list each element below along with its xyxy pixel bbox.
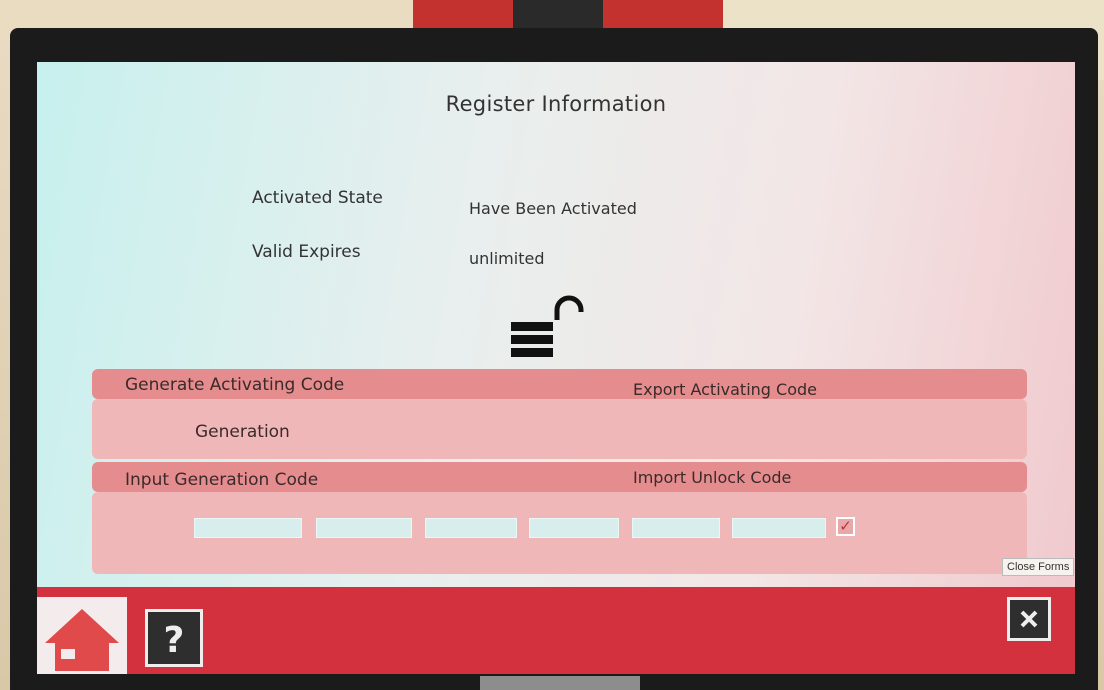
close-forms-icon	[1020, 610, 1038, 628]
code-field-4[interactable]	[529, 518, 619, 538]
generate-activating-code-label: Generate Activating Code	[125, 375, 345, 395]
close-forms-button[interactable]	[1007, 597, 1051, 641]
unlocked-lock-icon	[511, 295, 584, 357]
code-field-6[interactable]	[732, 518, 826, 538]
valid-expires-label: Valid Expires	[252, 242, 361, 262]
home-button[interactable]	[37, 597, 127, 674]
home-icon	[45, 609, 119, 671]
activated-state-value: Have Been Activated	[469, 199, 637, 218]
app-screen: Register Information Activated State Hav…	[37, 62, 1075, 674]
svg-text:?: ?	[164, 620, 185, 661]
monitor-base	[480, 676, 640, 690]
page-title: Register Information	[445, 92, 667, 116]
code-field-1[interactable]	[194, 518, 302, 538]
activated-state-label: Activated State	[252, 188, 383, 208]
confirm-checkbox[interactable]: ✓	[836, 517, 855, 536]
import-unlock-code-button[interactable]: Import Unlock Code	[633, 468, 791, 487]
help-button[interactable]: ?	[145, 609, 203, 667]
input-generation-code-label: Input Generation Code	[125, 470, 319, 490]
help-icon: ?	[164, 620, 185, 661]
export-activating-code-button[interactable]: Export Activating Code	[633, 380, 817, 399]
code-field-2[interactable]	[316, 518, 412, 538]
code-field-5[interactable]	[632, 518, 720, 538]
bottom-toolbar: ?	[37, 587, 1075, 674]
close-forms-tooltip: Close Forms	[1002, 558, 1075, 576]
generation-button[interactable]: Generation	[195, 422, 290, 442]
code-field-3[interactable]	[425, 518, 517, 538]
valid-expires-value: unlimited	[469, 249, 545, 268]
photo-background: Register Information Activated State Hav…	[0, 0, 1104, 690]
